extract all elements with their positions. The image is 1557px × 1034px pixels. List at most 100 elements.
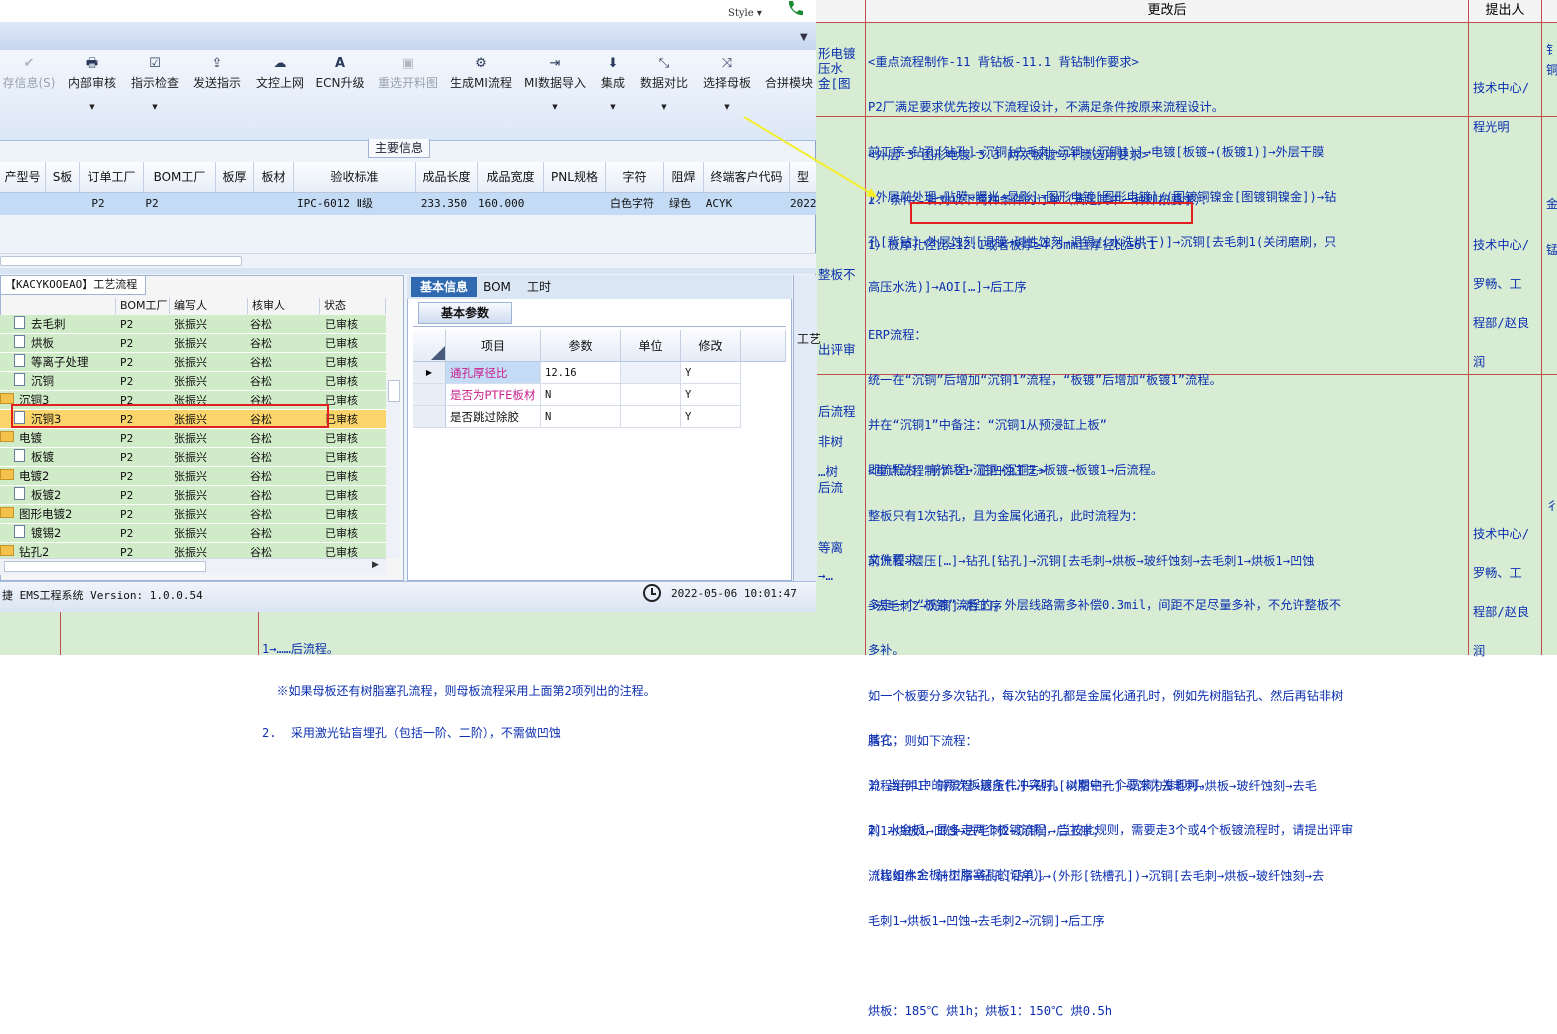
tree-vertical-scrollbar[interactable]: [386, 380, 400, 558]
merge-module-button[interactable]: 合拼模块: [762, 54, 816, 124]
param-cell-edit[interactable]: Y: [681, 362, 741, 384]
select-mother-board-button[interactable]: ⤨ 选择母板 ▼: [698, 54, 756, 124]
param-cell-unit[interactable]: [621, 362, 681, 384]
grid-col-header[interactable]: 验收标准: [294, 162, 416, 192]
param-cell-value[interactable]: 12.16: [541, 362, 621, 384]
document-icon: [14, 449, 25, 462]
grid-col-header[interactable]: PNL规格: [544, 162, 606, 192]
grid-col-header[interactable]: 成品宽度: [478, 162, 544, 192]
tab-basic-info[interactable]: 基本信息: [411, 277, 477, 297]
grid-col-header[interactable]: 板材: [254, 162, 294, 192]
tree-cell-writer: 张振兴: [174, 527, 207, 540]
grid-col-header[interactable]: BOM工厂: [144, 162, 216, 192]
doc-edge-glyph: 锰: [1546, 243, 1557, 257]
grid-col-header[interactable]: 型: [790, 162, 816, 192]
panel-splitter[interactable]: [0, 268, 816, 274]
param-cell-edit[interactable]: Y: [681, 384, 741, 406]
params-col-header[interactable]: 单位: [621, 330, 681, 362]
tab-basic-params[interactable]: 基本参数: [418, 302, 512, 324]
instruction-check-button[interactable]: ☑ 指示检查 ▼: [126, 54, 184, 124]
doc-section-3: <重点流程制作-21 正凹蚀工艺> 整板只有1次钻孔，且为金属化通孔，此时流程为…: [868, 434, 1343, 1034]
doc-col-divider: [60, 611, 61, 655]
tree-col-header[interactable]: 核审人: [248, 298, 320, 314]
doc-line: 脂孔，则如下流程：: [868, 734, 978, 748]
param-cell-edit[interactable]: Y: [681, 406, 741, 428]
scrollbar-thumb[interactable]: [0, 256, 242, 266]
row-indicator[interactable]: ▶: [413, 362, 446, 384]
tree-cell-status: 已审核: [325, 337, 358, 350]
side-panel-label[interactable]: 工艺: [797, 330, 821, 347]
param-cell-unit[interactable]: [621, 406, 681, 428]
grid-col-header[interactable]: 板厚: [216, 162, 254, 192]
tree-cell-writer: 张振兴: [174, 337, 207, 350]
tree-item-name[interactable]: 图形电镀2: [0, 505, 72, 524]
tab-bom[interactable]: BOM: [481, 277, 513, 297]
grid-col-header[interactable]: S板: [46, 162, 80, 192]
row-indicator[interactable]: [413, 384, 446, 406]
reselect-cutting-button[interactable]: ▣ 重选开料图: [372, 54, 444, 124]
tree-item-label: 镀锡2: [31, 526, 62, 540]
tree-col-header[interactable]: BOM工厂: [116, 298, 170, 314]
grid-cell: P2: [91, 197, 105, 210]
send-instruction-button[interactable]: ⇪ 发送指示: [188, 54, 246, 124]
grid-col-header[interactable]: 成品长度: [416, 162, 478, 192]
grid-col-header[interactable]: 终端客户代码: [704, 162, 790, 192]
dropdown-arrow-icon: ▼: [610, 103, 616, 111]
doc-line: <重点流程制作-11 背钻板-11.1 背钻制作要求>: [868, 55, 1139, 69]
row-indicator[interactable]: [413, 406, 446, 428]
grid-col-header[interactable]: 字符: [606, 162, 664, 192]
folder-icon: [0, 431, 14, 442]
tree-item-name[interactable]: 去毛刺: [14, 315, 66, 334]
tree-item-name[interactable]: 板镀: [14, 448, 54, 467]
doc-owner-2: 技术中心/ 罗畅、工 程部/赵良 润: [1473, 238, 1530, 369]
tree-item-name[interactable]: 沉铜: [14, 372, 54, 391]
style-dropdown[interactable]: Style ▾: [728, 8, 762, 19]
param-cell-value[interactable]: N: [541, 384, 621, 406]
document-icon: [14, 525, 25, 538]
grid-col-header[interactable]: 订单工厂: [80, 162, 144, 192]
ecn-upgrade-button[interactable]: A ECN升级: [313, 54, 367, 124]
generate-mi-flow-button[interactable]: ⚙ 生成MI流程: [447, 54, 515, 124]
chevron-down-icon[interactable]: ▼: [800, 32, 808, 43]
integrate-button[interactable]: ⬇ 集成 ▼: [594, 54, 632, 124]
publish-doc-button[interactable]: ☁ 文控上网: [251, 54, 309, 124]
tree-item-name[interactable]: 电镀: [0, 429, 42, 448]
doc-line: 流程组件2：前工序→钻孔[钻孔]→(外形[铣槽孔])→沉铜[去毛刺→烘板→玻纤蚀…: [868, 869, 1325, 883]
tree-col-header[interactable]: 状态: [320, 298, 386, 314]
param-cell-value[interactable]: N: [541, 406, 621, 428]
scroll-right-arrow-icon[interactable]: ▶: [372, 560, 379, 570]
scrollbar-thumb[interactable]: [4, 561, 206, 572]
tree-item-name[interactable]: 等离子处理: [14, 353, 89, 372]
process-tree-title[interactable]: 【KACYKOOEAO】工艺流程: [0, 275, 146, 295]
doc-line: <外层-3 图形电镀-3.3 两次板镀与干膜选用要求>: [868, 148, 1149, 162]
scrollbar-thumb[interactable]: [388, 380, 400, 402]
grid-col-header[interactable]: 阻焊: [664, 162, 704, 192]
params-col-header: [741, 330, 786, 362]
internal-review-button[interactable]: 🖶 内部审核 ▼: [62, 54, 122, 124]
mi-data-import-button[interactable]: ⇥ MI数据导入 ▼: [520, 54, 590, 124]
params-col-header[interactable]: 项目: [446, 330, 541, 362]
data-compare-button[interactable]: ⤡ 数据对比 ▼: [636, 54, 692, 124]
tree-cell-writer: 张振兴: [174, 318, 207, 331]
tree-cell-status: 已审核: [325, 508, 358, 521]
tree-item-name[interactable]: 电镀2: [0, 467, 49, 486]
tree-cell-reviewer: 谷松: [250, 489, 272, 502]
phone-icon[interactable]: [786, 0, 806, 20]
params-col-header[interactable]: 参数: [541, 330, 621, 362]
params-col-header[interactable]: 修改: [681, 330, 741, 362]
document-icon: [14, 316, 25, 329]
doc-line: 流程组件1：前流程→层压[…]→钻孔[树脂钻孔]→沉铜[去毛刺→烘板→玻纤蚀刻→…: [868, 779, 1317, 793]
tree-item-name[interactable]: 镀锡2: [14, 524, 61, 543]
save-info-button[interactable]: ✔ 存信息(S): [0, 54, 58, 124]
tree-col-header[interactable]: 编写人: [170, 298, 248, 314]
tree-item-name[interactable]: 板镀2: [14, 486, 61, 505]
document-icon: [14, 373, 25, 386]
tree-item-label: 板镀2: [31, 488, 62, 502]
param-cell-unit[interactable]: [621, 384, 681, 406]
tab-work-hours[interactable]: 工时: [520, 277, 558, 297]
tab-main-info[interactable]: 主要信息: [368, 139, 430, 158]
image-icon: ▣: [401, 56, 415, 71]
tree-item-name[interactable]: 烘板: [14, 334, 54, 353]
tree-col-header[interactable]: [0, 298, 116, 314]
grid-col-header[interactable]: 产型号: [0, 162, 46, 192]
